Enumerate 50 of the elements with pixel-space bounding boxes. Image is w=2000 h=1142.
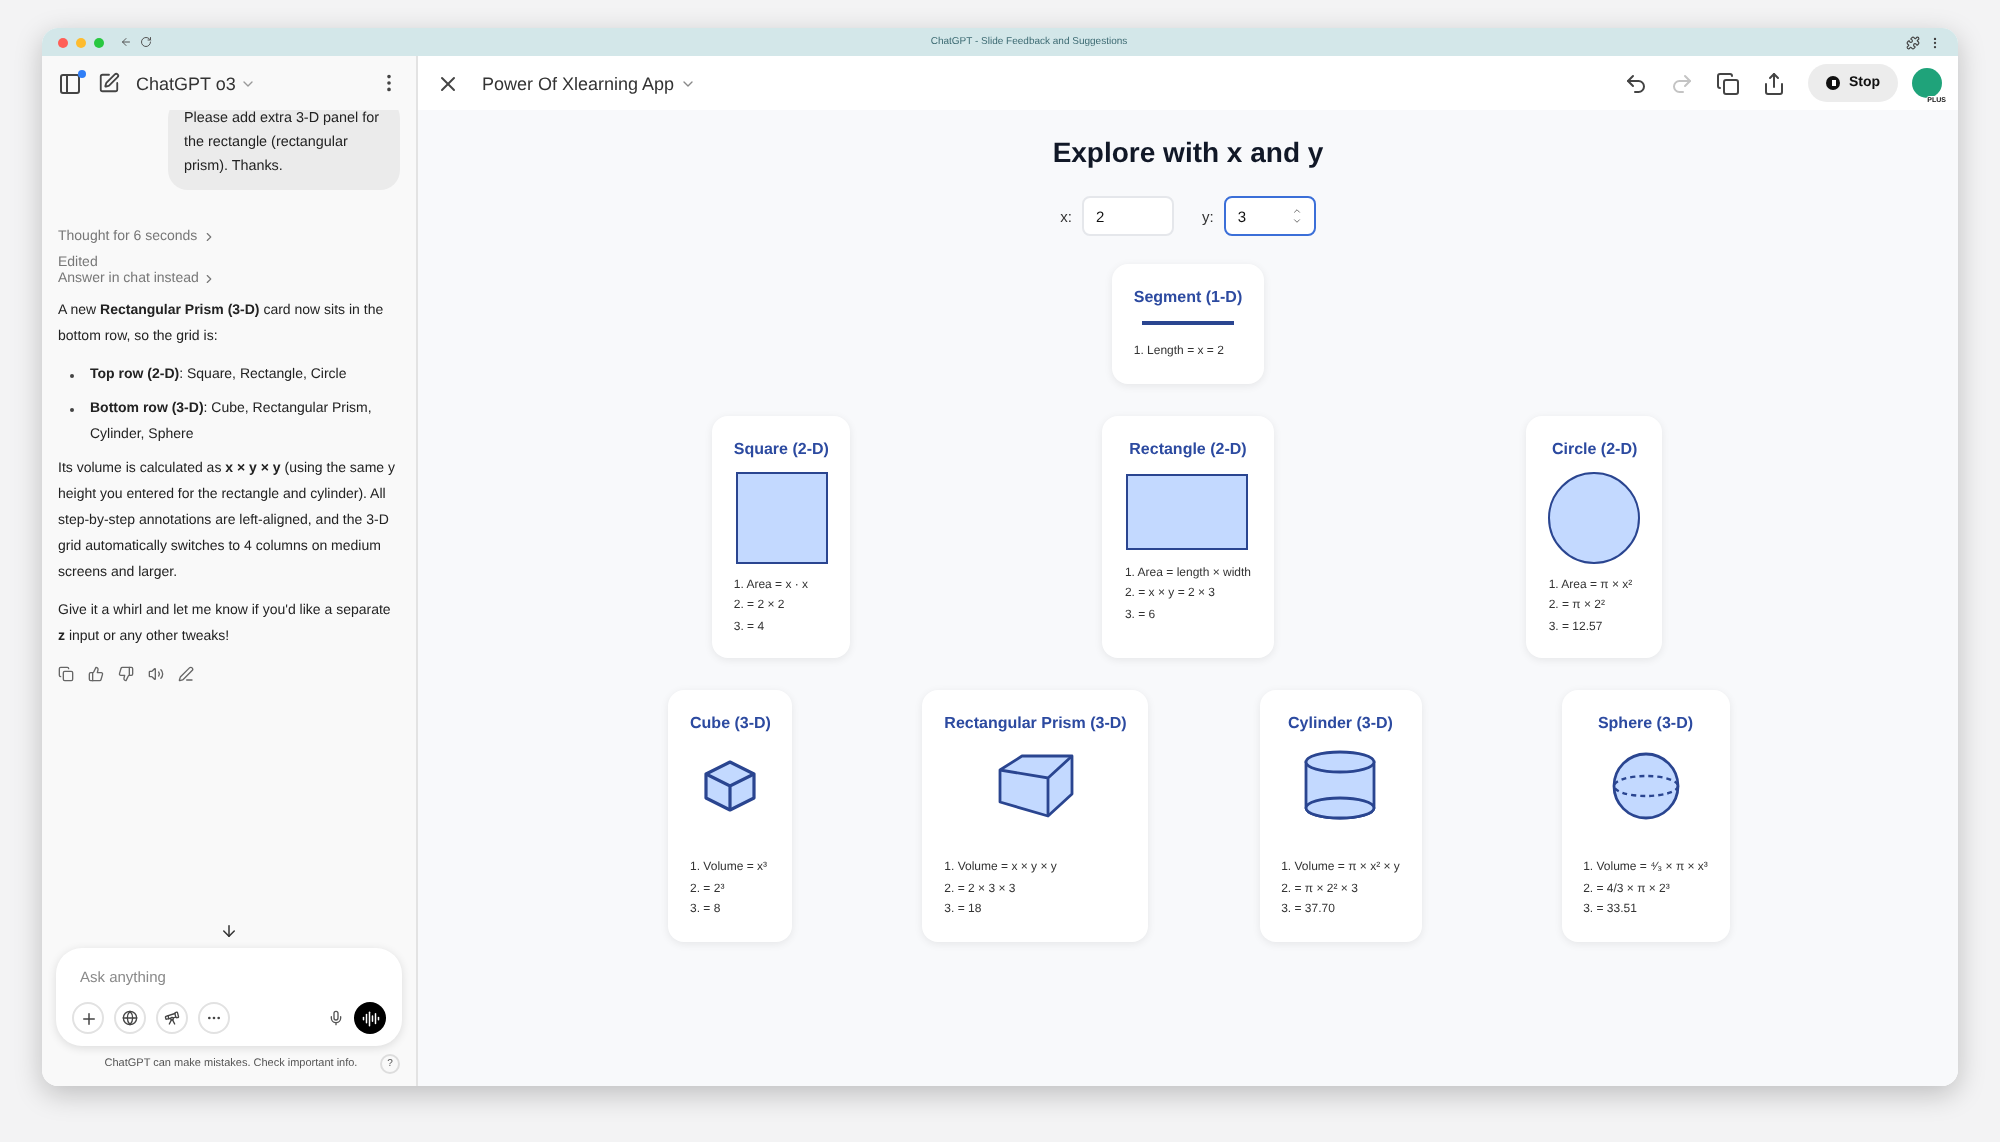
new-chat-icon[interactable] (98, 72, 120, 94)
reload-icon[interactable] (140, 36, 152, 48)
globe-icon[interactable] (122, 1010, 138, 1026)
chevron-right-icon[interactable] (201, 230, 216, 244)
card-title: Rectangular Prism (3-D) (944, 714, 1127, 732)
circle-drawing (1548, 471, 1641, 563)
telescope-icon[interactable] (164, 1010, 180, 1026)
rectangle-drawing (1126, 473, 1249, 549)
square-drawing (735, 471, 828, 563)
card-title: Rectangle (2-D) (1127, 439, 1249, 457)
share-icon[interactable] (1762, 71, 1787, 95)
telescope-button[interactable] (156, 1002, 188, 1034)
minimize-dot[interactable] (76, 37, 86, 47)
sphere-drawing (1611, 752, 1680, 820)
maximize-dot[interactable] (94, 37, 104, 47)
globe-button[interactable] (114, 1002, 146, 1034)
chevron-right-icon[interactable] (202, 272, 217, 286)
card-title: Square (2-D) (733, 439, 829, 457)
voice-button[interactable] (354, 1002, 386, 1034)
card-title: Circle (2-D) (1549, 439, 1640, 457)
add-button[interactable] (72, 1002, 104, 1034)
back-icon[interactable] (120, 36, 132, 48)
thumbs-down-icon[interactable] (118, 666, 134, 682)
card-title: Sphere (3-D) (1595, 714, 1696, 732)
copy-icon[interactable] (1716, 71, 1741, 95)
cylinder-drawing (1304, 750, 1377, 822)
plus-icon[interactable] (79, 1009, 97, 1027)
thumbs-up-icon[interactable] (88, 666, 104, 682)
sound-wave-icon[interactable] (361, 1009, 379, 1027)
pen-icon[interactable] (178, 666, 194, 682)
puzzle-icon[interactable] (1906, 35, 1920, 49)
spinner-icon[interactable] (1291, 206, 1302, 226)
speaker-icon[interactable] (148, 666, 164, 682)
model-selector[interactable]: ChatGPT o3 (136, 73, 362, 93)
card-title: Segment (1-D) (1133, 288, 1243, 306)
prism-drawing (997, 754, 1074, 818)
page-heading: Explore with x and y (1052, 136, 1324, 168)
scroll-down-icon[interactable] (220, 922, 238, 940)
cube-drawing (704, 760, 757, 812)
close-dot[interactable] (58, 37, 68, 47)
menu-icon[interactable] (1928, 35, 1942, 49)
close-icon[interactable] (436, 71, 460, 95)
mic-icon[interactable] (328, 1010, 344, 1026)
segment-drawing (1141, 320, 1234, 326)
sidebar-toggle-icon[interactable] (58, 71, 82, 95)
copy-icon[interactable] (58, 666, 74, 682)
undo-icon[interactable] (1624, 71, 1649, 95)
app-title[interactable]: Power Of Xlearning App (482, 73, 1603, 93)
card-title: Cube (3-D) (690, 714, 771, 732)
card-title: Cylinder (3-D) (1286, 714, 1395, 732)
